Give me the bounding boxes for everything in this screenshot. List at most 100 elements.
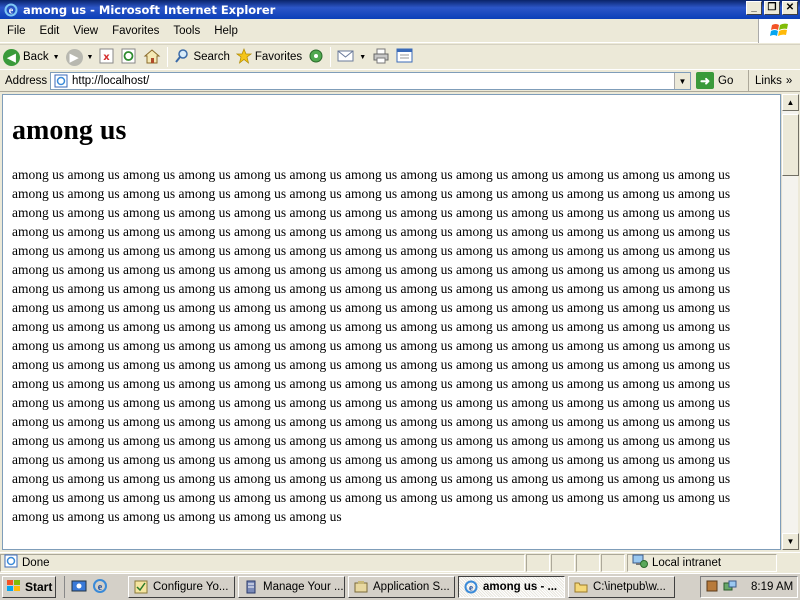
page-done-icon [4, 554, 18, 571]
task-button[interactable]: C:\inetpub\w... [568, 576, 675, 598]
ie-icon: e [463, 579, 479, 595]
system-tray: 8:19 AM [700, 576, 798, 598]
scroll-thumb[interactable] [782, 114, 799, 176]
status-cell [551, 553, 575, 572]
go-label: Go [718, 74, 734, 87]
printer-icon [372, 48, 390, 67]
status-bar: Done Local intranet [0, 552, 800, 572]
tray-tool-icon[interactable] [705, 579, 719, 596]
search-label: Search [193, 51, 230, 63]
star-icon [235, 47, 252, 67]
windows-logo-icon [758, 19, 800, 43]
status-message: Done [0, 553, 525, 572]
stop-button[interactable]: x [96, 46, 118, 68]
back-label: Back [23, 51, 49, 63]
address-input[interactable] [72, 75, 652, 87]
clock[interactable]: 8:19 AM [751, 581, 793, 593]
address-bar: Address ▼ ➜ Go Links » [0, 69, 800, 92]
print-button[interactable] [369, 46, 393, 68]
window-title: among us - Microsoft Internet Explorer [23, 2, 276, 17]
stop-icon: x [99, 48, 115, 67]
zone-label: Local intranet [652, 556, 722, 569]
menu-bar: File Edit View Favorites Tools Help [0, 19, 800, 43]
back-dropdown-icon[interactable]: ▼ [53, 54, 60, 61]
windows-flag-icon [6, 579, 22, 596]
mail-dropdown-icon[interactable]: ▼ [359, 54, 366, 61]
quick-launch: e [64, 576, 108, 598]
favorites-label: Favorites [254, 51, 303, 63]
page-heading: among us [12, 115, 127, 146]
links-label: Links [755, 75, 782, 87]
home-icon [143, 48, 161, 67]
task-button[interactable]: Manage Your ... [238, 576, 345, 598]
page-content[interactable]: among us among us among us among us amon… [2, 94, 781, 550]
menu-view[interactable]: View [66, 19, 105, 43]
tray-network-icon[interactable] [723, 579, 737, 596]
go-arrow-icon: ➜ [696, 72, 714, 89]
status-cell [576, 553, 600, 572]
menu-file[interactable]: File [0, 19, 33, 43]
title-bar[interactable]: e among us - Microsoft Internet Explorer… [0, 0, 800, 19]
task-button[interactable]: Configure Yo... [128, 576, 235, 598]
window-controls: _ ❐ ✕ [746, 1, 798, 15]
wizard-icon [133, 579, 149, 595]
ie-quicklaunch-icon[interactable]: e [92, 578, 108, 597]
task-button-active[interactable]: e among us - ... [458, 576, 565, 598]
forward-button[interactable]: ▶ ▼ [63, 46, 97, 68]
close-button[interactable]: ✕ [782, 1, 798, 15]
home-button[interactable] [140, 46, 164, 68]
vertical-scrollbar[interactable]: ▲ ▼ [781, 94, 799, 550]
security-zone[interactable]: Local intranet [627, 553, 777, 572]
standard-toolbar: ◀ Back ▼ ▶ ▼ x Search Favorites ▼ [0, 44, 800, 69]
mail-button[interactable]: ▼ [334, 46, 369, 68]
go-button[interactable]: ➜ Go [696, 72, 733, 89]
task-label: Manage Your ... [263, 581, 344, 593]
address-field[interactable]: ▼ [50, 72, 691, 90]
menu-help[interactable]: Help [207, 19, 245, 43]
ie-icon: e [3, 2, 19, 18]
back-arrow-icon: ◀ [3, 48, 20, 66]
start-button[interactable]: Start [2, 576, 56, 598]
edit-button[interactable] [393, 46, 417, 68]
svg-text:e: e [469, 583, 473, 593]
forward-dropdown-icon[interactable]: ▼ [87, 54, 94, 61]
status-cell [526, 553, 550, 572]
mail-icon [337, 49, 355, 66]
search-button[interactable]: Search [171, 46, 232, 68]
favorites-button[interactable]: Favorites [233, 46, 305, 68]
media-icon [308, 48, 324, 67]
back-button[interactable]: ◀ Back ▼ [0, 46, 63, 68]
show-desktop-icon[interactable] [71, 578, 87, 597]
refresh-icon [121, 48, 137, 67]
scroll-up-icon[interactable]: ▲ [782, 94, 799, 111]
task-label: C:\inetpub\w... [593, 581, 666, 593]
taskbar: Start e Configure Yo... Manage Your ... … [0, 573, 800, 600]
chevron-right-icon: » [785, 75, 793, 87]
toolbar-separator [167, 47, 169, 67]
maximize-button[interactable]: ❐ [764, 1, 780, 15]
server-icon [243, 579, 259, 595]
app-server-icon [353, 579, 369, 595]
svg-text:e: e [9, 5, 14, 16]
folder-icon [573, 579, 589, 595]
refresh-button[interactable] [118, 46, 140, 68]
intranet-icon [632, 554, 648, 571]
links-button[interactable]: Links » [748, 70, 792, 92]
page-icon [53, 73, 69, 89]
search-icon [174, 48, 190, 67]
minimize-button[interactable]: _ [746, 1, 762, 15]
media-button[interactable] [305, 46, 327, 68]
menu-edit[interactable]: Edit [33, 19, 67, 43]
task-label: among us - ... [483, 581, 558, 593]
task-label: Configure Yo... [153, 581, 229, 593]
task-button[interactable]: Application S... [348, 576, 455, 598]
menu-favorites[interactable]: Favorites [105, 19, 166, 43]
edit-page-icon [396, 48, 414, 67]
scroll-down-icon[interactable]: ▼ [782, 533, 799, 550]
menu-tools[interactable]: Tools [166, 19, 207, 43]
svg-text:e: e [98, 582, 103, 593]
page-body-text: among us among us among us among us amon… [12, 167, 731, 524]
address-dropdown-icon[interactable]: ▼ [674, 73, 690, 89]
status-cell [601, 553, 625, 572]
toolbar-separator [330, 47, 332, 67]
